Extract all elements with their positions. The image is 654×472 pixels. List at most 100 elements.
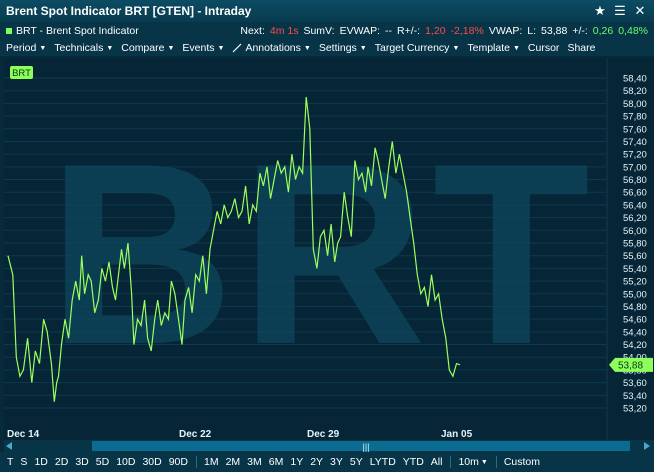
last-price-label: 53,88 xyxy=(618,360,643,371)
interval-dropdown[interactable]: 10m ▼ xyxy=(458,456,487,468)
range-5y[interactable]: 5Y xyxy=(350,456,363,468)
y-tick-label: 56,40 xyxy=(623,200,647,211)
menu-label: Compare xyxy=(121,42,165,54)
range-lytd[interactable]: LYTD xyxy=(370,456,396,468)
menu-label: Cursor xyxy=(527,42,560,54)
menu-period[interactable]: Period ▼ xyxy=(6,42,46,54)
y-tick-label: 55,40 xyxy=(623,264,647,275)
series-color-swatch-icon xyxy=(6,28,12,34)
range-6m[interactable]: 6M xyxy=(269,456,284,468)
caret-down-icon: ▼ xyxy=(512,44,520,52)
period-2d[interactable]: 2D xyxy=(55,456,68,468)
y-tick-label: 54,80 xyxy=(623,302,647,313)
period-t[interactable]: T xyxy=(7,456,13,468)
divider xyxy=(450,456,452,468)
menu-label: Annotations xyxy=(245,42,301,54)
price-chart[interactable]: BRT 58,4058,2058,0057,8057,6057,4057,205… xyxy=(4,58,654,440)
y-tick-label: 55,20 xyxy=(623,277,647,288)
instrument-name: BRT - Brent Spot Indicator xyxy=(16,25,139,37)
x-tick-label: Jan 05 xyxy=(441,429,473,440)
range-2y[interactable]: 2Y xyxy=(310,456,323,468)
menu-share[interactable]: Share xyxy=(567,42,595,54)
menu-label: Share xyxy=(567,42,596,54)
menu-icon[interactable]: ☰ xyxy=(610,3,630,19)
divider xyxy=(495,456,497,468)
period-5d[interactable]: 5D xyxy=(96,456,109,468)
scroll-grip-icon: ||| xyxy=(362,442,369,452)
evwap-value: -- xyxy=(385,25,393,37)
menu-label: Template xyxy=(467,42,510,54)
period-s[interactable]: S xyxy=(20,456,27,468)
y-tick-label: 55,60 xyxy=(623,251,647,262)
caret-down-icon: ▼ xyxy=(303,44,311,52)
menu-label: Target Currency xyxy=(374,42,450,54)
range-3y[interactable]: 3Y xyxy=(330,456,343,468)
y-tick-label: 55,00 xyxy=(623,289,647,300)
x-axis: Dec 14 Dec 22 Dec 29 Jan 05 xyxy=(7,429,473,440)
caret-down-icon: ▼ xyxy=(39,44,47,52)
caret-down-icon: ▼ xyxy=(452,44,460,52)
y-tick-label: 58,40 xyxy=(623,74,647,85)
menu-settings[interactable]: Settings ▼ xyxy=(319,42,367,54)
range-3m[interactable]: 3M xyxy=(247,456,262,468)
range-all[interactable]: All xyxy=(431,456,443,468)
range-2m[interactable]: 2M xyxy=(226,456,241,468)
period-1d[interactable]: 1D xyxy=(34,456,47,468)
period-3d[interactable]: 3D xyxy=(75,456,88,468)
next-countdown: 4m 1s xyxy=(269,25,299,37)
change-value: 0,26 xyxy=(592,25,614,37)
last-label: L: xyxy=(527,25,537,37)
menu-events[interactable]: Events ▼ xyxy=(182,42,224,54)
chart-area[interactable]: BRT 58,40 58,20 58,00 57,80 57,60 57,40 57,20 5… xyxy=(4,58,654,440)
menu-label: Period xyxy=(6,42,37,54)
change-label: +/-: xyxy=(572,25,588,37)
y-tick-label: 54,60 xyxy=(623,315,647,326)
range-1m[interactable]: 1M xyxy=(204,456,219,468)
change-percent: 0,48% xyxy=(618,25,648,37)
quote-info-bar: BRT - Brent Spot Indicator Next: 4m 1s S… xyxy=(0,22,654,40)
horizontal-scrollbar[interactable]: ||| xyxy=(4,440,654,452)
x-tick-label: Dec 22 xyxy=(179,429,212,440)
period-10d[interactable]: 10D xyxy=(116,456,135,468)
menu-label: Settings xyxy=(318,42,357,54)
menu-technicals[interactable]: Technicals ▼ xyxy=(54,42,113,54)
caret-down-icon: ▼ xyxy=(359,44,367,52)
range-value: 1,20 xyxy=(425,25,446,37)
period-30d[interactable]: 30D xyxy=(142,456,161,468)
menu-compare[interactable]: Compare ▼ xyxy=(121,42,174,54)
y-tick-label: 56,60 xyxy=(623,188,647,199)
y-tick-label: 56,80 xyxy=(623,175,647,186)
y-tick-label: 55,80 xyxy=(623,239,647,250)
sumv-label: SumV: xyxy=(303,25,335,37)
y-tick-label: 53,60 xyxy=(623,378,647,389)
y-tick-label: 57,00 xyxy=(623,162,647,173)
menu-label: Technicals xyxy=(54,42,104,54)
range-ytd[interactable]: YTD xyxy=(403,456,424,468)
favorite-star-icon[interactable]: ★ xyxy=(590,3,610,19)
menu-template[interactable]: Template ▼ xyxy=(467,42,520,54)
instrument-badge: BRT xyxy=(10,66,33,79)
pencil-line-icon xyxy=(233,43,242,53)
custom-range-button[interactable]: Custom xyxy=(504,456,540,468)
y-tick-label: 58,00 xyxy=(623,99,647,110)
menu-cursor[interactable]: Cursor xyxy=(528,42,560,54)
vwap-label: VWAP: xyxy=(488,25,523,37)
scroll-thumb[interactable] xyxy=(92,441,630,451)
range-percent: -2,18% xyxy=(450,25,484,37)
y-tick-label: 57,80 xyxy=(623,112,647,123)
y-tick-label: 57,20 xyxy=(623,150,647,161)
divider xyxy=(195,456,197,468)
y-tick-label: 54,40 xyxy=(623,327,647,338)
evwap-label: EVWAP: xyxy=(339,25,381,37)
menu-annotations[interactable]: Annotations ▼ xyxy=(232,42,311,54)
x-tick-label: Dec 14 xyxy=(7,429,40,440)
y-tick-label: 54,20 xyxy=(623,340,647,351)
badge-label: BRT xyxy=(12,68,31,79)
last-price-marker: 53,88 xyxy=(609,357,653,372)
menu-target-currency[interactable]: Target Currency ▼ xyxy=(375,42,460,54)
period-90d[interactable]: 90D xyxy=(169,456,188,468)
close-icon[interactable]: ✕ xyxy=(630,3,650,19)
chart-watermark: BRT xyxy=(48,109,596,398)
range-1y[interactable]: 1Y xyxy=(290,456,303,468)
caret-down-icon: ▼ xyxy=(480,458,488,466)
